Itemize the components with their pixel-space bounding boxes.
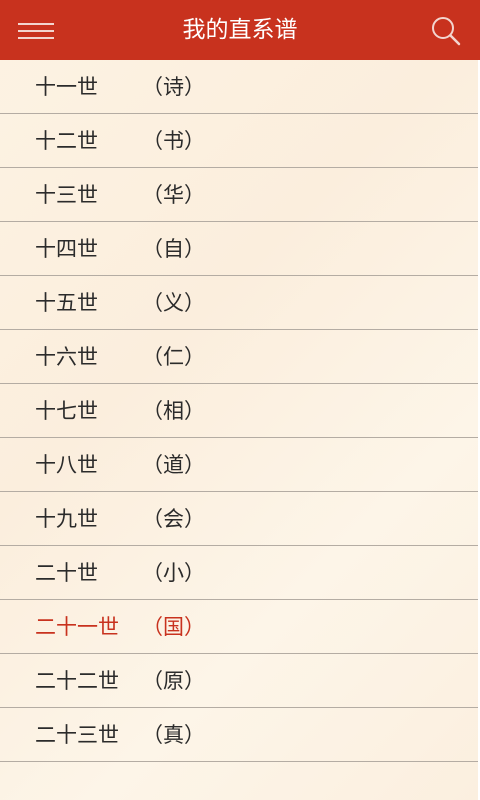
generation-label: 十三世 [35,183,98,207]
generation-label: 十六世 [35,345,98,369]
generation-name: （原） [142,669,205,693]
generation-row[interactable]: 十八世 （道） [0,438,478,492]
generation-row[interactable]: 二十三世 （真） [0,708,478,762]
generation-label: 十一世 [35,75,98,99]
generation-name: （自） [142,237,205,261]
generation-label: 十九世 [35,507,98,531]
page-title: 我的直系谱 [182,17,298,43]
generation-label: 十七世 [35,399,98,423]
generation-label: 十五世 [35,291,98,315]
generation-label: 二十三世 [35,723,119,747]
generation-name: （小） [142,561,205,585]
generation-row[interactable]: 十五世 （义） [0,276,478,330]
hamburger-menu-icon[interactable] [18,21,54,41]
generation-row[interactable]: 十四世 （自） [0,222,478,276]
app-header: 我的直系谱 [0,0,480,60]
generation-name: （义） [142,291,205,315]
generation-row[interactable]: 十二世 （书） [0,114,478,168]
generation-name: （国） [142,615,205,639]
generation-row[interactable]: 十九世 （会） [0,492,478,546]
generation-name: （会） [142,507,205,531]
menu-line [18,37,54,39]
menu-line [18,30,54,32]
generation-name: （诗） [142,75,205,99]
generation-row[interactable]: 十六世 （仁） [0,330,478,384]
generation-name: （华） [142,183,205,207]
generation-label: 二十世 [35,561,98,585]
generation-name: （书） [142,129,205,153]
generation-name: （相） [142,399,205,423]
generation-row-current[interactable]: 二十一世 （国） [0,600,478,654]
generation-row[interactable]: 二十二世 （原） [0,654,478,708]
generation-name: （仁） [142,345,205,369]
search-icon[interactable] [430,15,462,47]
generation-row[interactable]: 十七世 （相） [0,384,478,438]
generation-name: （道） [142,453,205,477]
menu-line [18,23,54,25]
generation-label: 十四世 [35,237,98,261]
generation-label: 二十一世 [35,615,119,639]
generation-row[interactable]: 二十世 （小） [0,546,478,600]
generation-label: 十八世 [35,453,98,477]
generation-row[interactable]: 十三世 （华） [0,168,478,222]
generation-name: （真） [142,723,205,747]
generation-label: 二十二世 [35,669,119,693]
generation-list: 十一世 （诗） 十二世 （书） 十三世 （华） 十四世 （自） 十五世 （义） 十六世 （仁… [0,60,478,762]
generation-label: 十二世 [35,129,98,153]
generation-row[interactable]: 十一世 （诗） [0,60,478,114]
